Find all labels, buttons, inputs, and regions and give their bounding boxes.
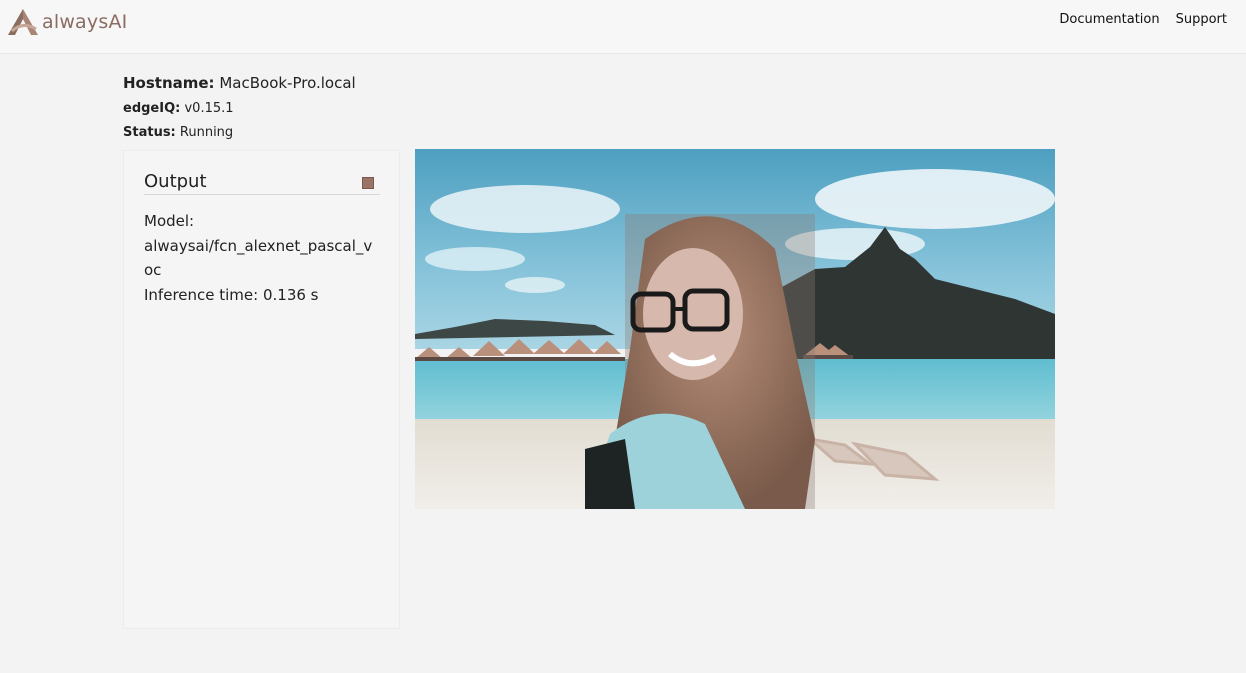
hostname-label: Hostname:	[123, 74, 215, 92]
edgeiq-line: edgeIQ: v0.15.1	[123, 101, 234, 116]
logo-mark-icon	[8, 9, 38, 35]
stream-image	[415, 149, 1055, 509]
hostname-value: MacBook-Pro.local	[219, 74, 356, 92]
edgeiq-label: edgeIQ:	[123, 101, 181, 116]
output-body: Model: alwaysai/fcn_alexnet_pascal_voc I…	[144, 209, 380, 307]
nav-links: Documentation Support	[1059, 12, 1227, 27]
stop-square-icon[interactable]	[362, 177, 374, 189]
output-title: Output	[144, 171, 207, 192]
model-value: alwaysai/fcn_alexnet_pascal_voc	[144, 236, 373, 280]
status-label: Status:	[123, 125, 176, 140]
output-header: Output	[144, 171, 380, 195]
status-line: Status: Running	[123, 125, 233, 140]
model-label: Model:	[144, 212, 195, 230]
status-value: Running	[179, 125, 234, 140]
nav-support[interactable]: Support	[1176, 12, 1227, 27]
inference-time: Inference time: 0.136 s	[144, 285, 319, 304]
output-panel: Output Model: alwaysai/fcn_alexnet_pasca…	[123, 150, 400, 629]
edgeiq-version: v0.15.1	[184, 101, 234, 116]
nav-documentation[interactable]: Documentation	[1059, 12, 1159, 27]
video-stream-frame	[415, 149, 1055, 509]
brand-name: alwaysAI	[42, 11, 128, 33]
navbar: alwaysAI Documentation Support	[0, 0, 1246, 54]
hostname-line: Hostname: MacBook-Pro.local	[123, 74, 356, 92]
brand-logo[interactable]: alwaysAI	[6, 6, 127, 38]
